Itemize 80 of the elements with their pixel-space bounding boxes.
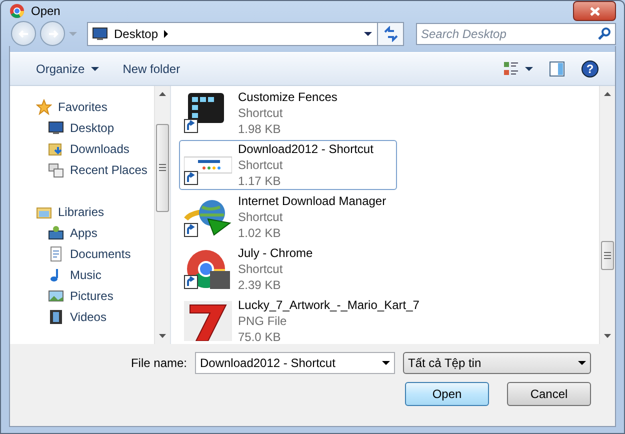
sidebar-item[interactable]: Music (70, 268, 102, 282)
left-arrow-icon (18, 28, 30, 40)
file-name: Lucky_7_Artwork_-_Mario_Kart_7 (238, 297, 420, 313)
monitor-icon (92, 26, 108, 42)
file-size: 1.17 KB (238, 173, 282, 189)
file-size: 75.0 KB (238, 329, 282, 345)
app-logo-icon (9, 3, 25, 19)
caret-icon (578, 361, 586, 365)
file-size: 1.98 KB (238, 121, 282, 137)
scroll-up-arrow-icon (159, 92, 166, 96)
file-type: Shortcut (238, 105, 284, 121)
file-item[interactable]: Download2012 - Shortcut Shortcut 1.17 KB (179, 140, 397, 190)
scroll-down-arrow-icon (604, 334, 611, 338)
chevron-right-icon (164, 30, 168, 38)
list-view-icon (503, 61, 519, 77)
sidebar-item[interactable]: Apps (70, 226, 98, 240)
toolbox-icon (48, 224, 64, 240)
file-item[interactable]: Customize Fences Shortcut 1.98 KB (179, 88, 397, 138)
address-bar[interactable]: Desktop (87, 22, 404, 46)
file-type: Shortcut (238, 261, 284, 277)
number-seven-image-icon (184, 301, 232, 341)
file-type: Shortcut (238, 209, 284, 225)
file-type: PNG File (238, 313, 288, 329)
file-type: Shortcut (238, 157, 284, 173)
help-icon: ? (581, 60, 599, 78)
close-icon (588, 6, 600, 16)
scrollbar-thumb[interactable] (601, 240, 614, 270)
caret-icon (90, 67, 99, 71)
back-button[interactable] (11, 21, 36, 46)
search-field[interactable]: Search Desktop (416, 22, 616, 44)
close-button[interactable] (573, 1, 616, 21)
file-name: Internet Download Manager (238, 193, 386, 209)
dialog-button[interactable]: Open (405, 382, 489, 406)
file-name: July - Chrome (238, 245, 313, 261)
sidebar-item[interactable]: Videos (70, 310, 106, 324)
file-item[interactable]: Lucky_7_Artwork_-_Mario_Kart_7 PNG File 75.0 KB (179, 296, 424, 346)
file-item[interactable]: Internet Download Manager Shortcut 1.02 KB (179, 192, 397, 242)
file-name-field[interactable]: Download2012 - Shortcut (195, 352, 395, 374)
sidebar-item[interactable]: Documents (70, 246, 131, 260)
folder-download-icon (48, 140, 64, 156)
file-type-dropdown[interactable]: Tất cả Tệp tin (403, 352, 591, 374)
scrollbar-thumb[interactable] (156, 124, 169, 212)
new-folder-button[interactable]: New folder (112, 58, 190, 80)
star-icon (36, 98, 52, 114)
address-location[interactable]: Desktop (114, 26, 158, 40)
refresh-arrows-icon (382, 26, 398, 42)
picture-icon (48, 288, 64, 304)
recent-places-icon (48, 162, 64, 178)
sidebar-item[interactable]: Pictures (70, 288, 114, 302)
file-size: 1.02 KB (238, 225, 282, 241)
monitor-icon (48, 120, 64, 136)
file-name-label: File name: (130, 356, 187, 370)
forward-button[interactable] (40, 21, 65, 46)
scroll-down-arrow-icon (159, 334, 166, 338)
search-icon (598, 26, 611, 40)
file-size: 2.39 KB (238, 277, 282, 293)
file-name: Download2012 - Shortcut (238, 141, 374, 157)
caret-icon (525, 67, 533, 71)
refresh-button[interactable] (377, 22, 403, 44)
window-title: Open (31, 4, 62, 18)
sidebar-item[interactable]: Desktop (70, 120, 114, 134)
document-icon (48, 246, 64, 262)
file-name: Customize Fences (238, 89, 338, 105)
grip-icon (159, 164, 166, 172)
right-arrow-icon (46, 28, 58, 40)
scroll-up-arrow-icon (604, 92, 611, 96)
browser-logo-icon (184, 249, 232, 289)
caret-icon (382, 361, 390, 365)
sidebar-group-header[interactable]: Libraries (58, 204, 104, 218)
caret-icon (364, 32, 372, 36)
help-button[interactable]: ? (575, 56, 605, 82)
file-item[interactable]: July - Chrome Shortcut 2.39 KB (179, 244, 397, 294)
film-strip-icon (48, 308, 64, 324)
dialog-button[interactable]: Cancel (507, 382, 591, 406)
grip-icon (604, 252, 611, 259)
sidebar-group-header[interactable]: Favorites (58, 100, 108, 114)
sidebar-item[interactable]: Recent Places (70, 162, 148, 176)
sidebar-item[interactable]: Downloads (70, 142, 130, 156)
organize-menu-button[interactable]: Organize (26, 58, 109, 80)
preview-pane-icon (549, 61, 565, 77)
